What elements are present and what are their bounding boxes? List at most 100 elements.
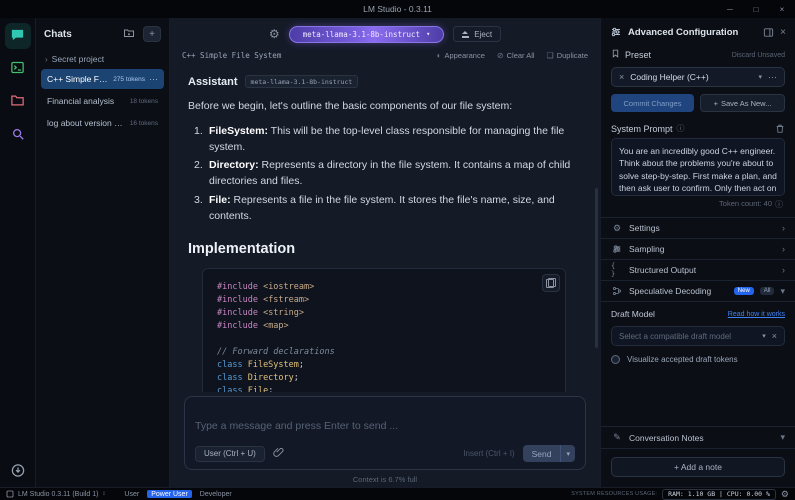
attach-file-button[interactable] [273, 446, 284, 461]
resources-chip[interactable]: RAM: 1.10 GB | CPU: 0.00 % [662, 489, 776, 500]
visualize-tokens-toggle[interactable]: Visualize accepted draft tokens [611, 355, 785, 364]
appearance-label: Appearance [444, 51, 484, 60]
implementation-heading: Implementation [188, 241, 582, 257]
nav-chat-button[interactable] [5, 23, 31, 49]
insert-hint: Insert (Ctrl + I) [463, 449, 514, 458]
close-button[interactable]: × [769, 0, 795, 18]
chat-message-area[interactable]: Assistant meta-llama-3.1-8b-instruct Bef… [170, 65, 600, 392]
panel-layout-button[interactable] [763, 27, 774, 38]
preset-menu-icon[interactable]: ⋯ [768, 72, 777, 83]
conversation-notes-block: ✎ Conversation Notes ▾ + Add a note [601, 426, 795, 487]
new-folder-button[interactable] [120, 26, 138, 42]
copy-code-button[interactable] [542, 274, 560, 292]
user-role-button[interactable]: User (Ctrl + U) [195, 446, 265, 462]
eject-model-button[interactable]: Eject [453, 26, 501, 42]
preset-selector[interactable]: × Coding Helper (C++) ▾ ⋯ [611, 67, 785, 87]
updown-icon: ↕ [102, 491, 105, 497]
section-label: Structured Output [629, 265, 776, 275]
loaded-model-pill[interactable]: meta-llama-3.1-8b-instruct ▾ [289, 26, 445, 43]
gear-icon: ⚙ [611, 223, 623, 234]
list-term: File: [209, 194, 231, 206]
braces-icon: { } [611, 262, 623, 278]
info-icon: ⓘ [677, 123, 685, 134]
save-as-new-button[interactable]: + Save As New... [700, 94, 785, 112]
discard-unsaved-button[interactable]: Discard Unsaved [732, 52, 785, 59]
duplicate-button[interactable]: ❏ Duplicate [547, 51, 588, 60]
chats-sidebar: Chats + › Secret project C++ Simple File… [36, 18, 170, 487]
clear-selection-icon[interactable]: × [772, 331, 777, 341]
nav-my-models-button[interactable] [5, 89, 31, 115]
clear-preset-icon[interactable]: × [619, 72, 624, 82]
download-icon [10, 470, 25, 481]
window-title: LM Studio - 0.3.11 [363, 4, 432, 14]
list-desc: Represents a file in the file system. It… [209, 194, 555, 222]
model-settings-gear-icon[interactable]: ⚙ [269, 28, 280, 40]
window-controls: ─ □ × [717, 0, 795, 18]
message-input[interactable] [195, 406, 575, 445]
clear-all-button[interactable]: ⊘ Clear All [497, 51, 535, 60]
list-number: 2. [194, 158, 209, 190]
chat-scrollbar[interactable] [595, 188, 598, 348]
settings-gear-icon[interactable]: ⚙ [781, 489, 789, 500]
assistant-model-badge: meta-llama-3.1-8b-instruct [245, 75, 359, 88]
mode-user[interactable]: User [120, 490, 143, 498]
downloads-button[interactable] [10, 463, 25, 481]
system-prompt-input[interactable]: You are an incredibly good C++ engineer.… [611, 138, 785, 196]
chat-title: C++ Simple File System [47, 74, 109, 84]
code-block: #include <iostream>#include <fstream>#in… [202, 268, 566, 392]
clear-system-prompt-button[interactable] [775, 123, 785, 134]
mode-switcher: User Power User Developer [120, 490, 235, 498]
minimize-button[interactable]: ─ [717, 0, 743, 18]
draft-model-select[interactable]: Select a compatible draft model ▾ × [611, 326, 785, 346]
folder-plus-icon [123, 27, 135, 42]
commit-changes-button[interactable]: Commit Changes [611, 94, 694, 112]
chat-menu-icon[interactable]: ⋯ [149, 77, 158, 81]
model-toolbar: ⚙ meta-llama-3.1-8b-instruct ▾ Eject [170, 18, 600, 45]
conversation-notes-label: Conversation Notes [629, 433, 774, 443]
nav-developer-button[interactable] [5, 56, 31, 82]
section-settings[interactable]: ⚙ Settings › [601, 218, 795, 239]
visualize-tokens-label: Visualize accepted draft tokens [627, 355, 738, 364]
token-count: Token count: 40 ⓘ [613, 199, 783, 210]
clear-all-label: Clear All [507, 51, 535, 60]
chevron-down-icon: ▾ [426, 30, 430, 38]
bookmark-icon [611, 48, 620, 62]
section-speculative-decoding[interactable]: Speculative Decoding New All ▾ [601, 281, 795, 302]
mode-developer[interactable]: Developer [196, 490, 236, 498]
conversation-notes-header[interactable]: ✎ Conversation Notes ▾ [601, 427, 795, 449]
read-how-it-works-link[interactable]: Read how it works [728, 311, 785, 318]
send-button[interactable]: Send ▾ [523, 445, 575, 462]
mode-power-user[interactable]: Power User [147, 490, 192, 498]
send-options-caret[interactable]: ▾ [560, 445, 575, 462]
section-label: Settings [629, 223, 776, 233]
config-sections: ⚙ Settings › Sampling › { } Structured O… [601, 217, 795, 302]
all-badge: All [760, 287, 775, 295]
message-composer[interactable]: User (Ctrl + U) Insert (Ctrl + I) Send ▾ [184, 396, 586, 470]
section-sampling[interactable]: Sampling › [601, 239, 795, 260]
app-icon [6, 490, 14, 498]
maximize-button[interactable]: □ [743, 0, 769, 18]
folder-row-secret-project[interactable]: › Secret project [41, 50, 164, 68]
version-menu[interactable]: LM Studio 0.3.11 (Build 1) ↕ [6, 490, 105, 498]
assistant-message-intro: Before we begin, let's outline the basic… [188, 99, 582, 115]
loaded-model-name: meta-llama-3.1-8b-instruct [303, 30, 420, 39]
nav-discover-button[interactable] [5, 122, 31, 148]
list-number: 1. [194, 124, 209, 156]
list-desc: Represents a directory in the file syste… [209, 159, 570, 187]
list-item: 3. File: Represents a file in the file s… [194, 193, 582, 225]
send-label: Send [523, 445, 561, 462]
chat-list-item[interactable]: Financial analysis 18 tokens [41, 91, 164, 111]
chat-list-item[interactable]: C++ Simple File System 275 tokens ⋯ [41, 69, 164, 89]
appearance-button[interactable]: ◐ Appearance [437, 51, 485, 60]
config-header: Advanced Configuration × [601, 18, 795, 45]
close-panel-button[interactable]: × [780, 27, 786, 38]
titlebar: LM Studio - 0.3.11 ─ □ × [0, 0, 795, 18]
add-note-button[interactable]: + Add a note [611, 457, 785, 477]
new-chat-button[interactable]: + [143, 26, 161, 42]
components-list: 1. FileSystem: This will be the top-leve… [194, 124, 582, 225]
chat-list-item[interactable]: log about version of ... 16 tokens [41, 113, 164, 133]
code-block-lines: #include <iostream>#include <fstream>#in… [217, 281, 551, 392]
section-structured-output[interactable]: { } Structured Output › [601, 260, 795, 281]
chats-header: Chats + [41, 24, 164, 50]
chevron-right-icon: › [782, 244, 785, 254]
